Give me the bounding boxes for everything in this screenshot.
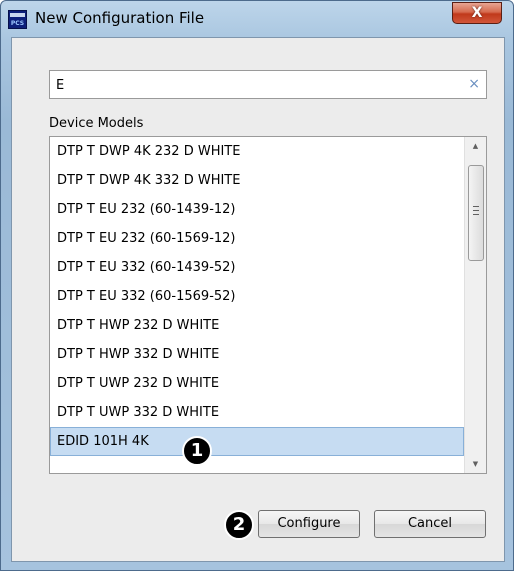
window-title: New Configuration File bbox=[35, 9, 205, 27]
dialog-window: PCS New Configuration File X × Device Mo… bbox=[0, 0, 514, 571]
callout-badge-2: 2 bbox=[224, 510, 254, 540]
clear-search-icon[interactable]: × bbox=[468, 76, 480, 92]
list-item[interactable]: DTP T UWP 332 D WHITE bbox=[50, 398, 464, 427]
title-bar[interactable]: PCS New Configuration File X bbox=[1, 1, 513, 37]
grip-icon bbox=[473, 206, 479, 215]
search-input[interactable] bbox=[56, 75, 456, 95]
search-box[interactable]: × bbox=[49, 70, 487, 99]
cancel-button[interactable]: Cancel bbox=[374, 510, 486, 538]
app-icon-label: PCS bbox=[10, 20, 25, 27]
pcs-app-icon: PCS bbox=[8, 10, 27, 29]
list-item[interactable]: DTP T EU 232 (60-1569-12) bbox=[50, 224, 464, 253]
callout-badge-1: 1 bbox=[182, 436, 212, 466]
scroll-down-icon[interactable]: ▼ bbox=[465, 455, 486, 473]
list-item[interactable]: DTP T UWP 232 D WHITE bbox=[50, 369, 464, 398]
list-item[interactable]: DTP T HWP 232 D WHITE bbox=[50, 311, 464, 340]
scroll-up-icon[interactable]: ▲ bbox=[465, 137, 486, 155]
device-models-list[interactable]: DTP T DWP 4K 232 D WHITE DTP T DWP 4K 33… bbox=[49, 136, 487, 474]
list-item-selected[interactable]: EDID 101H 4K bbox=[50, 427, 464, 456]
device-models-label: Device Models bbox=[49, 116, 144, 131]
configure-button[interactable]: Configure bbox=[258, 510, 360, 538]
list-item[interactable]: DTP T DWP 4K 332 D WHITE bbox=[50, 166, 464, 195]
close-button[interactable]: X bbox=[452, 2, 502, 24]
list-item[interactable]: DTP T EU 332 (60-1439-52) bbox=[50, 253, 464, 282]
list-item[interactable]: DTP T DWP 4K 232 D WHITE bbox=[50, 137, 464, 166]
list-item[interactable]: DTP T EU 232 (60-1439-12) bbox=[50, 195, 464, 224]
list-item[interactable]: DTP T EU 332 (60-1569-52) bbox=[50, 282, 464, 311]
scroll-thumb[interactable] bbox=[468, 165, 484, 261]
close-icon: X bbox=[471, 5, 483, 21]
list-item[interactable]: DTP T HWP 332 D WHITE bbox=[50, 340, 464, 369]
list-scrollbar[interactable]: ▲ ▼ bbox=[464, 137, 486, 473]
dialog-body: × Device Models DTP T DWP 4K 232 D WHITE… bbox=[11, 37, 505, 562]
